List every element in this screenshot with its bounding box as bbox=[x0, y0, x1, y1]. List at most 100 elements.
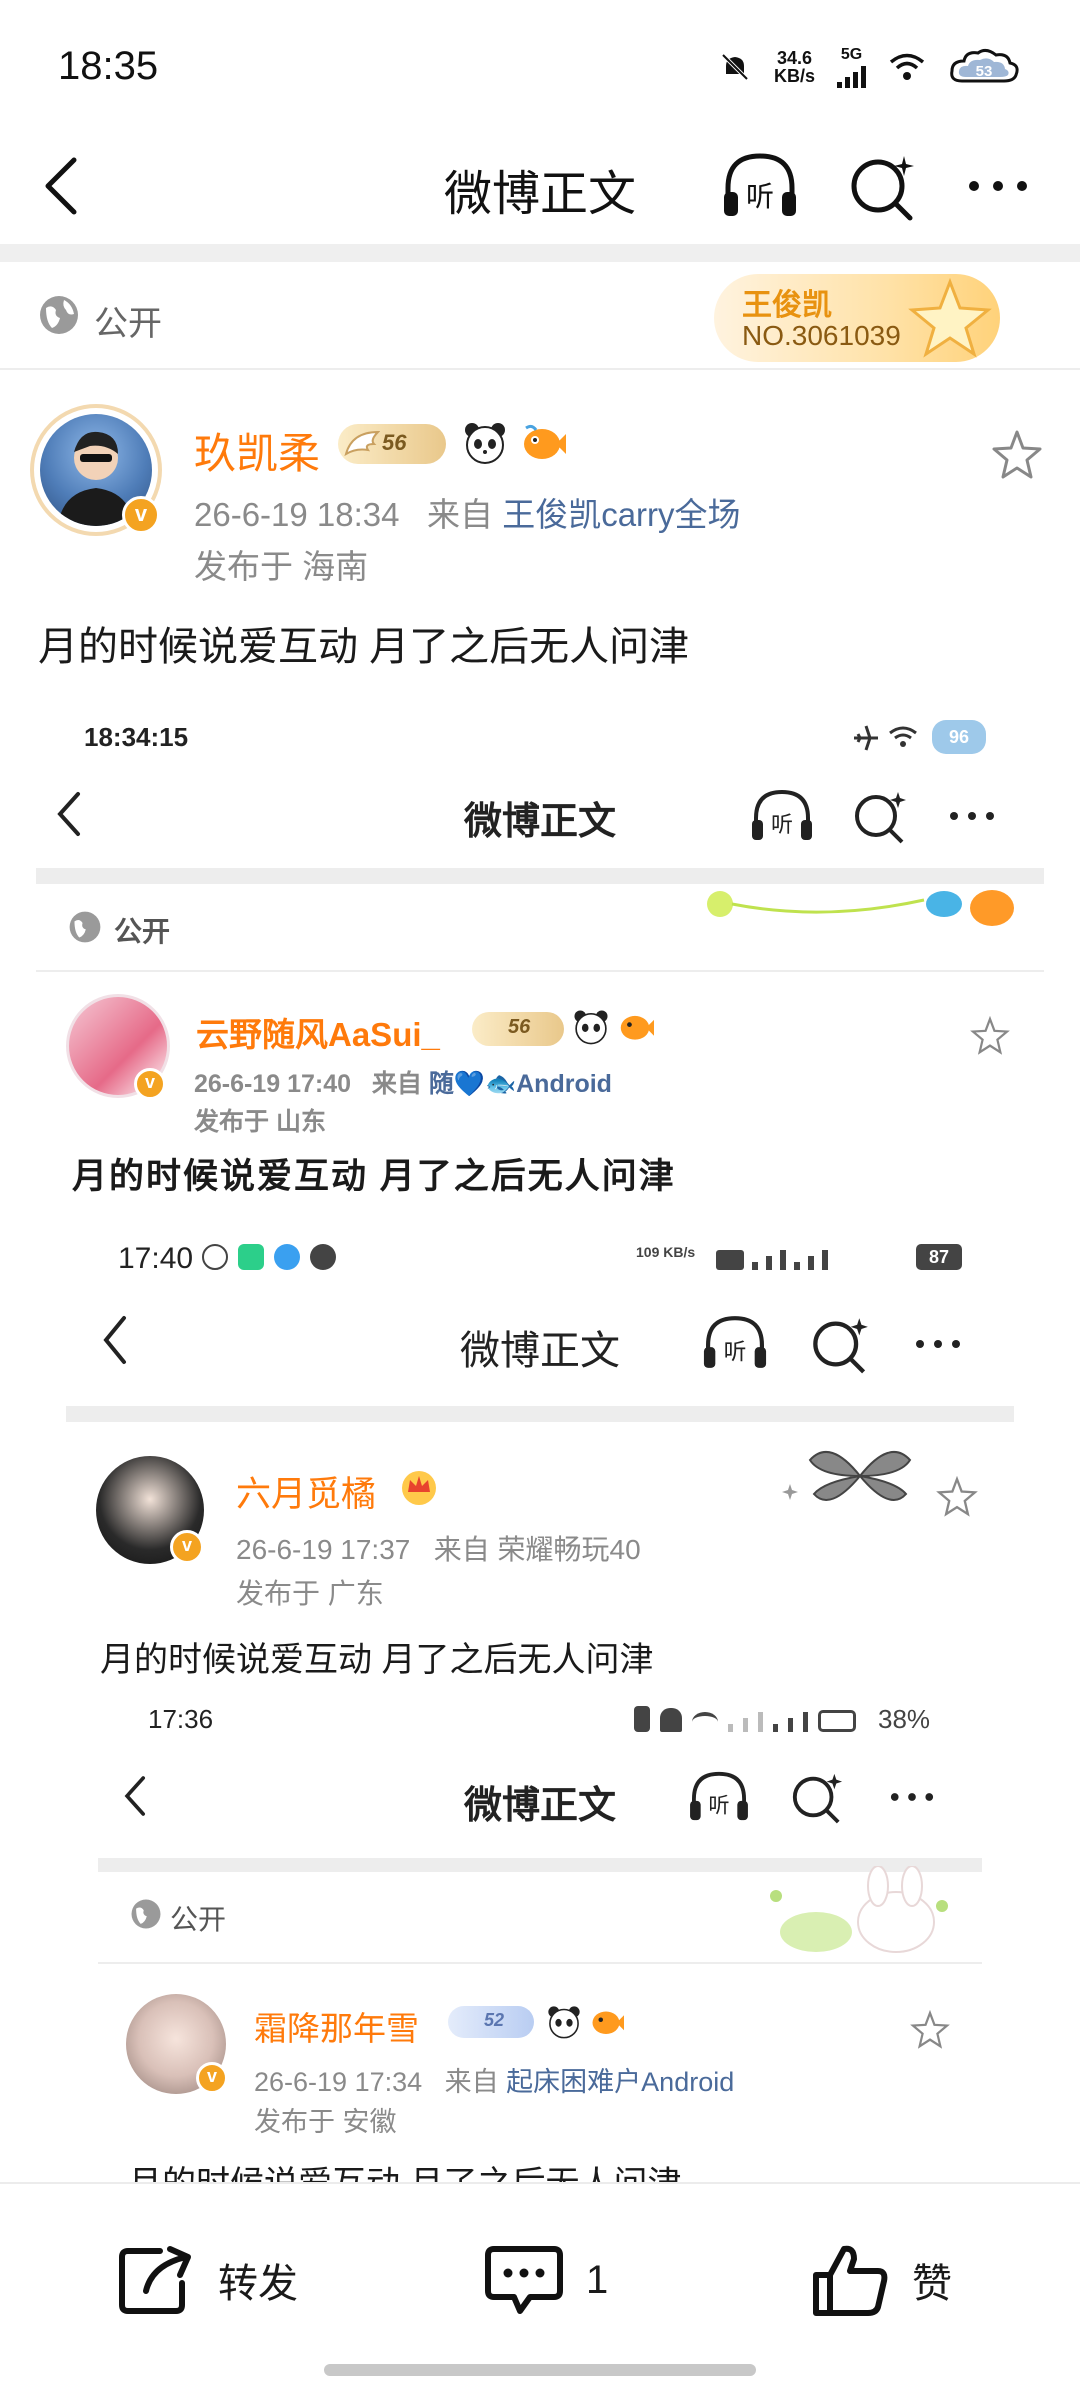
embedded2-signal-icons bbox=[716, 1242, 862, 1270]
embedded2-status-time: 17:40 bbox=[118, 1242, 194, 1275]
author-avatar[interactable]: v bbox=[30, 404, 162, 536]
post-source[interactable]: 王俊凯carry全场 bbox=[502, 496, 740, 533]
nav-divider bbox=[0, 244, 1080, 262]
fish-icon bbox=[592, 2011, 624, 2034]
globe-icon bbox=[131, 1899, 161, 1929]
comment-button[interactable]: 1 bbox=[484, 2238, 608, 2322]
embedded2-nav-title: 微博正文 bbox=[460, 1329, 620, 1373]
airplane-icon bbox=[854, 725, 878, 751]
listen-headphone-icon[interactable]: 听 bbox=[720, 150, 800, 222]
embedded-location: 发布于 山东 bbox=[194, 1108, 326, 1136]
listen-headphone-icon: 听 bbox=[703, 1316, 767, 1368]
like-button[interactable]: 赞 bbox=[810, 2238, 952, 2322]
embedded2-net-speed: 109 KB/s bbox=[636, 1244, 696, 1260]
star-badge-icon bbox=[908, 278, 992, 358]
wing-icon bbox=[344, 430, 380, 457]
search-icon bbox=[813, 1318, 868, 1374]
battery-cloud-icon: 96 bbox=[932, 720, 986, 754]
embedded3-author: 霜降那年雪 bbox=[254, 2010, 419, 2047]
svg-text:听: 听 bbox=[708, 1793, 729, 1818]
search-icon bbox=[855, 792, 906, 844]
page-title: 微博正文 bbox=[443, 168, 636, 221]
status-icons: 34.6 KB/s 5G 53 bbox=[718, 46, 1020, 88]
embedded-author: 云野随风AaSui_ bbox=[196, 1016, 440, 1053]
level-badge: 56 bbox=[472, 1012, 564, 1046]
battery-cloud-icon: 53 bbox=[950, 48, 1019, 83]
comment-icon bbox=[485, 2246, 563, 2314]
favorite-star-icon[interactable] bbox=[990, 428, 1044, 482]
repost-button[interactable]: 转发 bbox=[116, 2238, 298, 2322]
fan-badge-name: 王俊凯 bbox=[742, 289, 832, 322]
more-icon bbox=[950, 812, 994, 820]
search-icon[interactable] bbox=[846, 150, 918, 222]
repost-icon bbox=[119, 2246, 191, 2314]
visibility-label: 公开 bbox=[94, 305, 162, 343]
crown-icon bbox=[402, 1471, 436, 1505]
globe-icon bbox=[40, 296, 78, 334]
author-name[interactable]: 玖凯柔 bbox=[194, 420, 320, 481]
thumbs-up-icon bbox=[813, 2245, 888, 2316]
embedded-text: 月的时候说爱互动 月了之后无人问津 bbox=[72, 1157, 676, 1196]
embedded2-text: 月的时候说爱互动 月了之后无人问津 bbox=[100, 1641, 654, 1679]
like-label: 赞 bbox=[912, 2262, 952, 2306]
repost-label: 转发 bbox=[218, 2262, 298, 2306]
embedded-status-time: 18:34:15 bbox=[84, 722, 189, 752]
visibility-row: 公开 王俊凯 NO.3061039 bbox=[0, 262, 1080, 370]
signal-5g: 5G bbox=[837, 46, 866, 88]
more-icon bbox=[890, 1793, 934, 1801]
butterfly-sticker-icon bbox=[782, 1451, 912, 1501]
svg-text:听: 听 bbox=[724, 1340, 747, 1366]
embedded3-battery: 38% bbox=[878, 1704, 931, 1734]
svg-text:听: 听 bbox=[746, 180, 774, 213]
status-bar: 18:35 34.6 KB/s 5G 53 bbox=[0, 0, 1080, 130]
verified-badge-icon: v bbox=[134, 1068, 166, 1100]
top-nav: 微博正文 听 bbox=[0, 130, 1080, 242]
favorite-star-icon bbox=[910, 2010, 950, 2049]
panda-icon bbox=[548, 2006, 580, 2039]
post-location: 发布于 海南 bbox=[194, 548, 369, 585]
level-badge: 56 bbox=[338, 424, 446, 464]
signal-bars-icon bbox=[837, 64, 866, 88]
wifi-icon bbox=[889, 53, 925, 80]
svg-text:听: 听 bbox=[771, 813, 793, 838]
more-icon[interactable] bbox=[962, 150, 1034, 222]
embedded2-battery: 87 bbox=[916, 1244, 962, 1270]
verified-badge-icon: v bbox=[196, 2062, 228, 2094]
favorite-star-icon bbox=[936, 1476, 978, 1517]
fish-icon bbox=[620, 1015, 654, 1040]
globe-icon bbox=[69, 911, 101, 943]
embedded3-location: 发布于 安徽 bbox=[254, 2107, 397, 2137]
embedded3-meta: 26-6-19 17:34 来自 起床困难户Android bbox=[254, 2067, 735, 2097]
listen-headphone-icon: 听 bbox=[690, 1771, 748, 1821]
fan-badge-number: NO.3061039 bbox=[742, 320, 901, 351]
wifi-icon bbox=[889, 726, 917, 747]
embedded3-visibility: 公开 bbox=[170, 1904, 227, 1935]
status-time: 18:35 bbox=[58, 44, 159, 88]
comment-count: 1 bbox=[586, 2257, 609, 2302]
panda-icon bbox=[465, 423, 505, 464]
verified-badge-icon: v bbox=[170, 1530, 204, 1564]
verified-badge-icon: v bbox=[122, 496, 160, 534]
fish-icon bbox=[524, 424, 566, 459]
silent-bell-icon bbox=[721, 53, 749, 81]
listen-headphone-icon: 听 bbox=[752, 789, 812, 840]
fan-badge[interactable]: 王俊凯 NO.3061039 bbox=[714, 274, 1000, 362]
post-image[interactable]: 18:34:15 96 微博正文 听 公开 v 云野随风AaSui_ 56 26… bbox=[36, 698, 1044, 2198]
search-icon bbox=[792, 1773, 843, 1824]
home-indicator[interactable] bbox=[324, 2364, 756, 2376]
embedded2-meta: 26-6-19 17:37 来自 荣耀畅玩40 bbox=[236, 1534, 641, 1565]
net-speed: 34.6 KB/s bbox=[773, 48, 815, 86]
embedded-visibility: 公开 bbox=[114, 916, 171, 947]
bunny-sticker-icon bbox=[770, 1866, 948, 1953]
embedded2-location: 发布于 广东 bbox=[236, 1578, 384, 1609]
svg-text:53: 53 bbox=[976, 63, 993, 80]
panda-icon bbox=[574, 1010, 608, 1045]
post-meta: 26-6-19 18:34 来自 王俊凯carry全场 bbox=[194, 496, 741, 533]
embedded3-status-icons bbox=[634, 1706, 862, 1732]
favorite-star-icon bbox=[970, 1016, 1010, 1055]
level-badge: 52 bbox=[448, 2006, 534, 2038]
cat-sticker-icon bbox=[707, 890, 1014, 926]
embedded-meta: 26-6-19 17:40 来自 随💙🐟Android bbox=[194, 1070, 612, 1098]
embedded2-app-icons bbox=[202, 1244, 336, 1270]
post-text: 月的时候说爱互动 月了之后无人问津 bbox=[38, 625, 690, 669]
